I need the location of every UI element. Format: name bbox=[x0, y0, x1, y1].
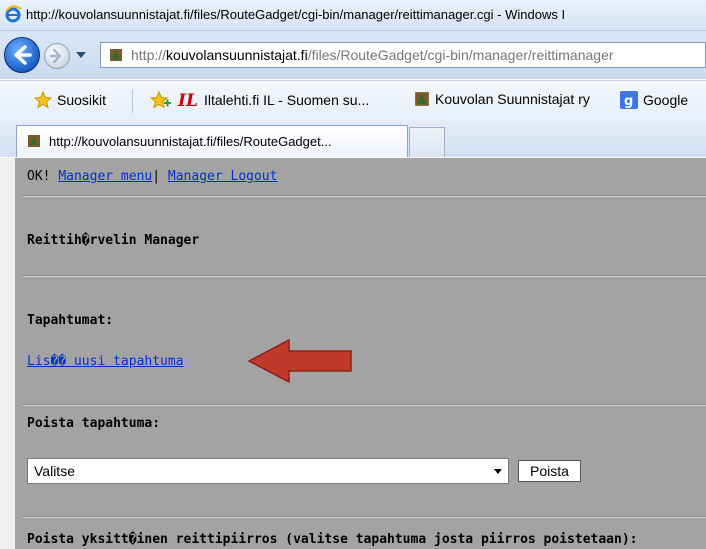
status-line: OK! Manager menu| Manager Logout bbox=[27, 169, 277, 184]
favorite-iltalehti-label: Iltalehti.fi IL - Suomen su... bbox=[204, 92, 370, 108]
event-select-value: Valitse bbox=[34, 463, 75, 479]
favorites-label: Suosikit bbox=[57, 92, 107, 108]
favorite-iltalehti[interactable]: IL Iltalehti.fi IL - Suomen su... bbox=[150, 91, 369, 109]
recent-pages-dropdown-icon[interactable] bbox=[76, 52, 86, 58]
site-icon bbox=[415, 92, 429, 106]
favorites-button[interactable]: Suosikit bbox=[34, 91, 106, 109]
divider bbox=[23, 404, 706, 406]
add-favorites-star-icon bbox=[150, 91, 171, 109]
forward-button[interactable] bbox=[44, 43, 70, 69]
event-select[interactable]: Valitse bbox=[27, 458, 509, 484]
delete-event-heading: Poista tapahtuma: bbox=[27, 416, 161, 431]
favorites-separator bbox=[132, 89, 133, 113]
tab-bar: http://kouvolansuunnistajat.fi/files/Rou… bbox=[0, 121, 706, 157]
window-title-bar: http://kouvolansuunnistajat.fi/files/Rou… bbox=[0, 0, 706, 31]
page-content: OK! Manager menu| Manager Logout Reittih… bbox=[15, 158, 706, 549]
divider bbox=[23, 275, 706, 277]
iltalehti-logo-icon: IL bbox=[177, 91, 198, 109]
manager-logout-link[interactable]: Manager Logout bbox=[168, 169, 278, 184]
divider bbox=[23, 195, 706, 197]
svg-text:g: g bbox=[624, 94, 633, 109]
new-tab-button[interactable] bbox=[409, 127, 445, 157]
address-url: http://kouvolansuunnistajat.fi/files/Rou… bbox=[131, 47, 614, 63]
delete-button[interactable]: Poista bbox=[518, 460, 581, 482]
svg-text:IL: IL bbox=[177, 91, 198, 109]
page-left-margin bbox=[0, 158, 15, 549]
divider bbox=[23, 516, 706, 518]
forward-arrow-icon bbox=[49, 48, 62, 64]
back-button[interactable] bbox=[4, 37, 40, 73]
tab-label: http://kouvolansuunnistajat.fi/files/Rou… bbox=[49, 134, 332, 149]
favorite-kouvolan-suunnistajat[interactable]: Kouvolan Suunnistajat ry bbox=[414, 91, 590, 107]
window-title: http://kouvolansuunnistajat.fi/files/Rou… bbox=[26, 7, 566, 22]
chevron-down-icon bbox=[494, 469, 502, 474]
status-text: OK! bbox=[27, 169, 51, 184]
address-bar[interactable]: http://kouvolansuunnistajat.fi/files/Rou… bbox=[100, 42, 706, 68]
link-separator: | bbox=[152, 169, 161, 184]
delete-route-heading: Poista yksitt�inen reittipiirros (valits… bbox=[27, 532, 638, 547]
star-icon bbox=[34, 91, 52, 109]
favorite-google-label: Google bbox=[643, 92, 689, 108]
add-new-event-link[interactable]: Lis�� uusi tapahtuma bbox=[27, 354, 184, 369]
back-arrow-icon bbox=[14, 45, 32, 65]
internet-explorer-icon bbox=[5, 5, 22, 23]
google-icon: g bbox=[620, 91, 638, 109]
favorites-bar: Suosikit IL Iltalehti.fi IL - Suomen su.… bbox=[0, 80, 706, 122]
manager-menu-link[interactable]: Manager menu bbox=[58, 169, 152, 184]
active-tab[interactable]: http://kouvolansuunnistajat.fi/files/Rou… bbox=[16, 125, 408, 157]
favorite-kouvolan-label: Kouvolan Suunnistajat ry bbox=[435, 91, 590, 107]
favorite-google[interactable]: g Google bbox=[620, 91, 688, 109]
tab-favicon-icon bbox=[28, 135, 40, 147]
navigation-bar: http://kouvolansuunnistajat.fi/files/Rou… bbox=[0, 31, 706, 79]
events-heading: Tapahtumat: bbox=[27, 313, 114, 328]
annotation-arrow-icon bbox=[247, 338, 352, 384]
page-title: Reittih�rvelin Manager bbox=[27, 233, 200, 248]
site-favicon-icon bbox=[110, 49, 122, 61]
